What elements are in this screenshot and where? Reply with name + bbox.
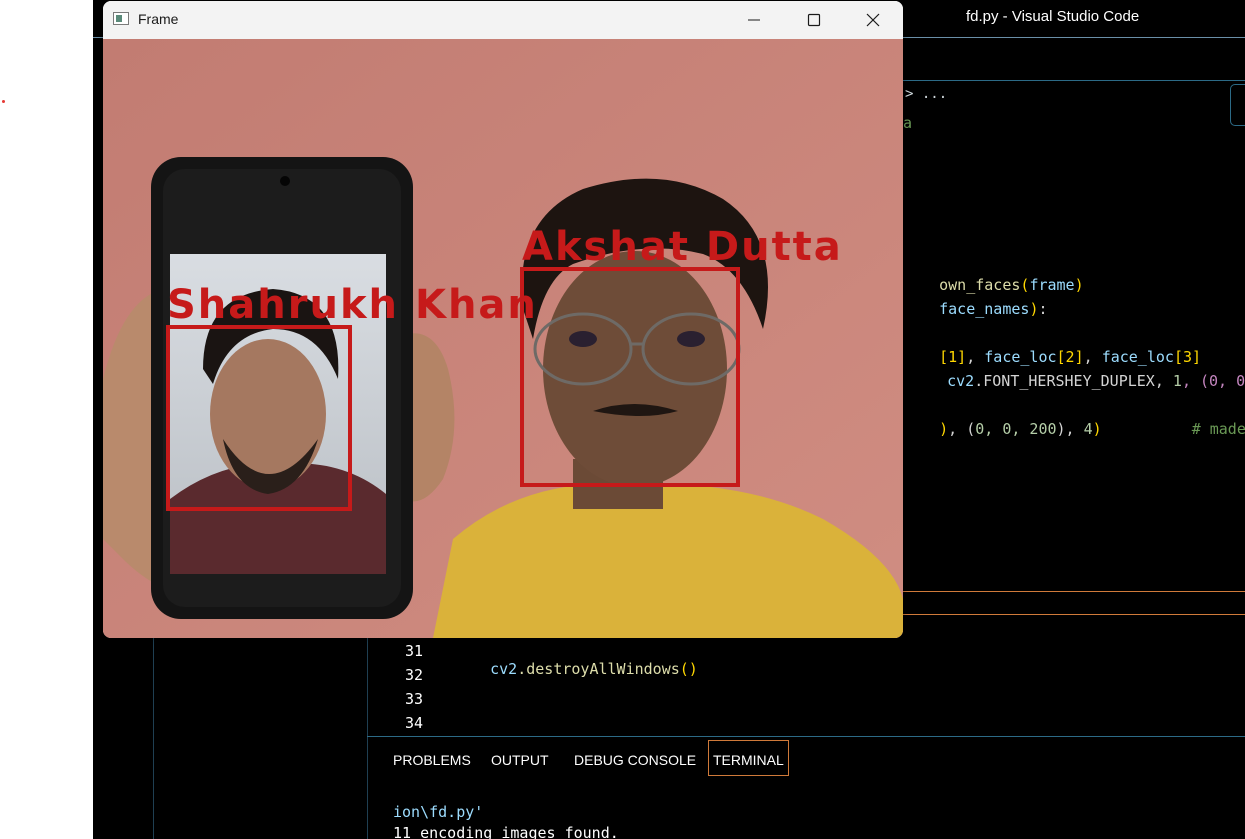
code-token: 0, 0, 200 — [975, 420, 1057, 438]
editor-split-line — [903, 614, 1245, 615]
face-label-shahrukh: Shahrukh Khan — [167, 282, 538, 328]
minimize-icon — [748, 19, 760, 21]
maximize-icon — [807, 13, 821, 27]
face-label-akshat: Akshat Dutta — [522, 224, 843, 270]
breadcrumb[interactable]: > ... — [905, 86, 947, 102]
line-number: 32 — [404, 666, 423, 684]
code-token: : — [1038, 300, 1048, 318]
code-token: 1 — [1172, 372, 1182, 390]
tab-problems[interactable]: PROBLEMS — [393, 752, 471, 768]
photo-face — [210, 339, 326, 489]
editor-split-line — [903, 591, 1245, 592]
tab-output[interactable]: OUTPUT — [491, 752, 549, 768]
camera-frame: Shahrukh Khan Akshat Dutta — [103, 39, 903, 638]
line-number: 34 — [404, 714, 423, 732]
code-line[interactable]: cv2.destroyAllWindows() — [454, 642, 698, 696]
code-fragment: a — [903, 114, 913, 132]
code-token: ), — [1056, 420, 1084, 438]
eye-right — [677, 331, 705, 347]
code-line-rectangle[interactable]: ), (0, 0, 200), 4)# made a — [903, 402, 1245, 456]
close-icon — [866, 13, 880, 27]
editor-border — [367, 638, 368, 839]
code-token: .FONT_HERSHEY_DUPLEX, — [974, 372, 1173, 390]
vscode-window-title: fd.py - Visual Studio Code — [966, 8, 1140, 25]
code-token: cv2 — [947, 372, 975, 390]
find-widget-edge[interactable] — [1230, 84, 1245, 126]
minimize-button[interactable] — [731, 1, 777, 39]
person-face — [543, 251, 727, 487]
code-token: cv2 — [490, 660, 518, 678]
frame-window[interactable]: Frame Shahrukh Khan Akshat Dutta — [103, 1, 903, 638]
phone-camera — [280, 176, 290, 186]
tab-debug-console[interactable]: DEBUG CONSOLE — [574, 752, 696, 768]
code-token: () — [679, 660, 698, 678]
sidebar-border — [153, 638, 154, 839]
code-line-font[interactable]: cv2.FONT_HERSHEY_DUPLEX, 1, (0, 0, — [911, 354, 1245, 408]
tab-terminal[interactable]: TERMINAL — [708, 740, 789, 776]
panel-border — [367, 736, 1245, 737]
code-token: ) — [939, 420, 949, 438]
desktop-dot — [2, 100, 5, 103]
maximize-button[interactable] — [791, 1, 837, 39]
code-line-face-names[interactable]: face_names): — [903, 282, 1048, 336]
code-token: face_names — [939, 300, 1030, 318]
frame-titlebar[interactable]: Frame — [103, 1, 903, 39]
line-number: 31 — [404, 642, 423, 660]
editor-tab-divider — [903, 80, 1245, 81]
camera-image — [103, 39, 903, 638]
code-token: ) — [1074, 276, 1084, 294]
code-token: 4 — [1083, 420, 1093, 438]
code-token: , ( — [948, 420, 976, 438]
close-button[interactable] — [850, 1, 896, 39]
code-token: .destroyAllWindows — [517, 660, 680, 678]
code-token: , (0, 0, — [1181, 372, 1245, 390]
app-icon — [113, 12, 129, 25]
eye-left — [569, 331, 597, 347]
frame-window-title: Frame — [138, 11, 179, 27]
terminal-line: ion\fd.py' — [393, 803, 484, 821]
terminal-line: 11 encoding images found. — [393, 824, 619, 839]
code-token: ) — [1092, 420, 1102, 438]
line-number: 33 — [404, 690, 423, 708]
code-comment: # made a — [1191, 420, 1245, 438]
